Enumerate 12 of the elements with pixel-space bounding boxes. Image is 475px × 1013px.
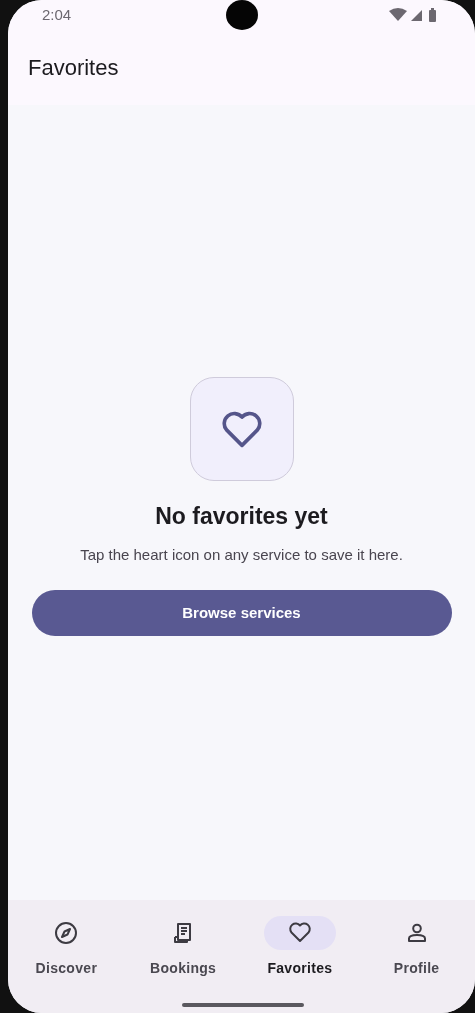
empty-message: Tap the heart icon on any service to save it here. [80,544,403,565]
heart-icon [287,921,312,945]
status-time: 2:04 [42,4,72,25]
empty-heading: No favorites yet [155,502,328,531]
nav-tab[interactable]: Profile [358,916,475,1013]
nav-tab[interactable]: Discover [8,916,125,1013]
browse-services-button[interactable]: Browse services [31,590,452,636]
heart-icon [219,409,264,449]
compass-icon [54,921,79,945]
page-title: Favorites [28,54,119,82]
nav-tab[interactable]: Bookings [124,916,242,1013]
nav-tab[interactable]: Favorites [241,916,359,1013]
